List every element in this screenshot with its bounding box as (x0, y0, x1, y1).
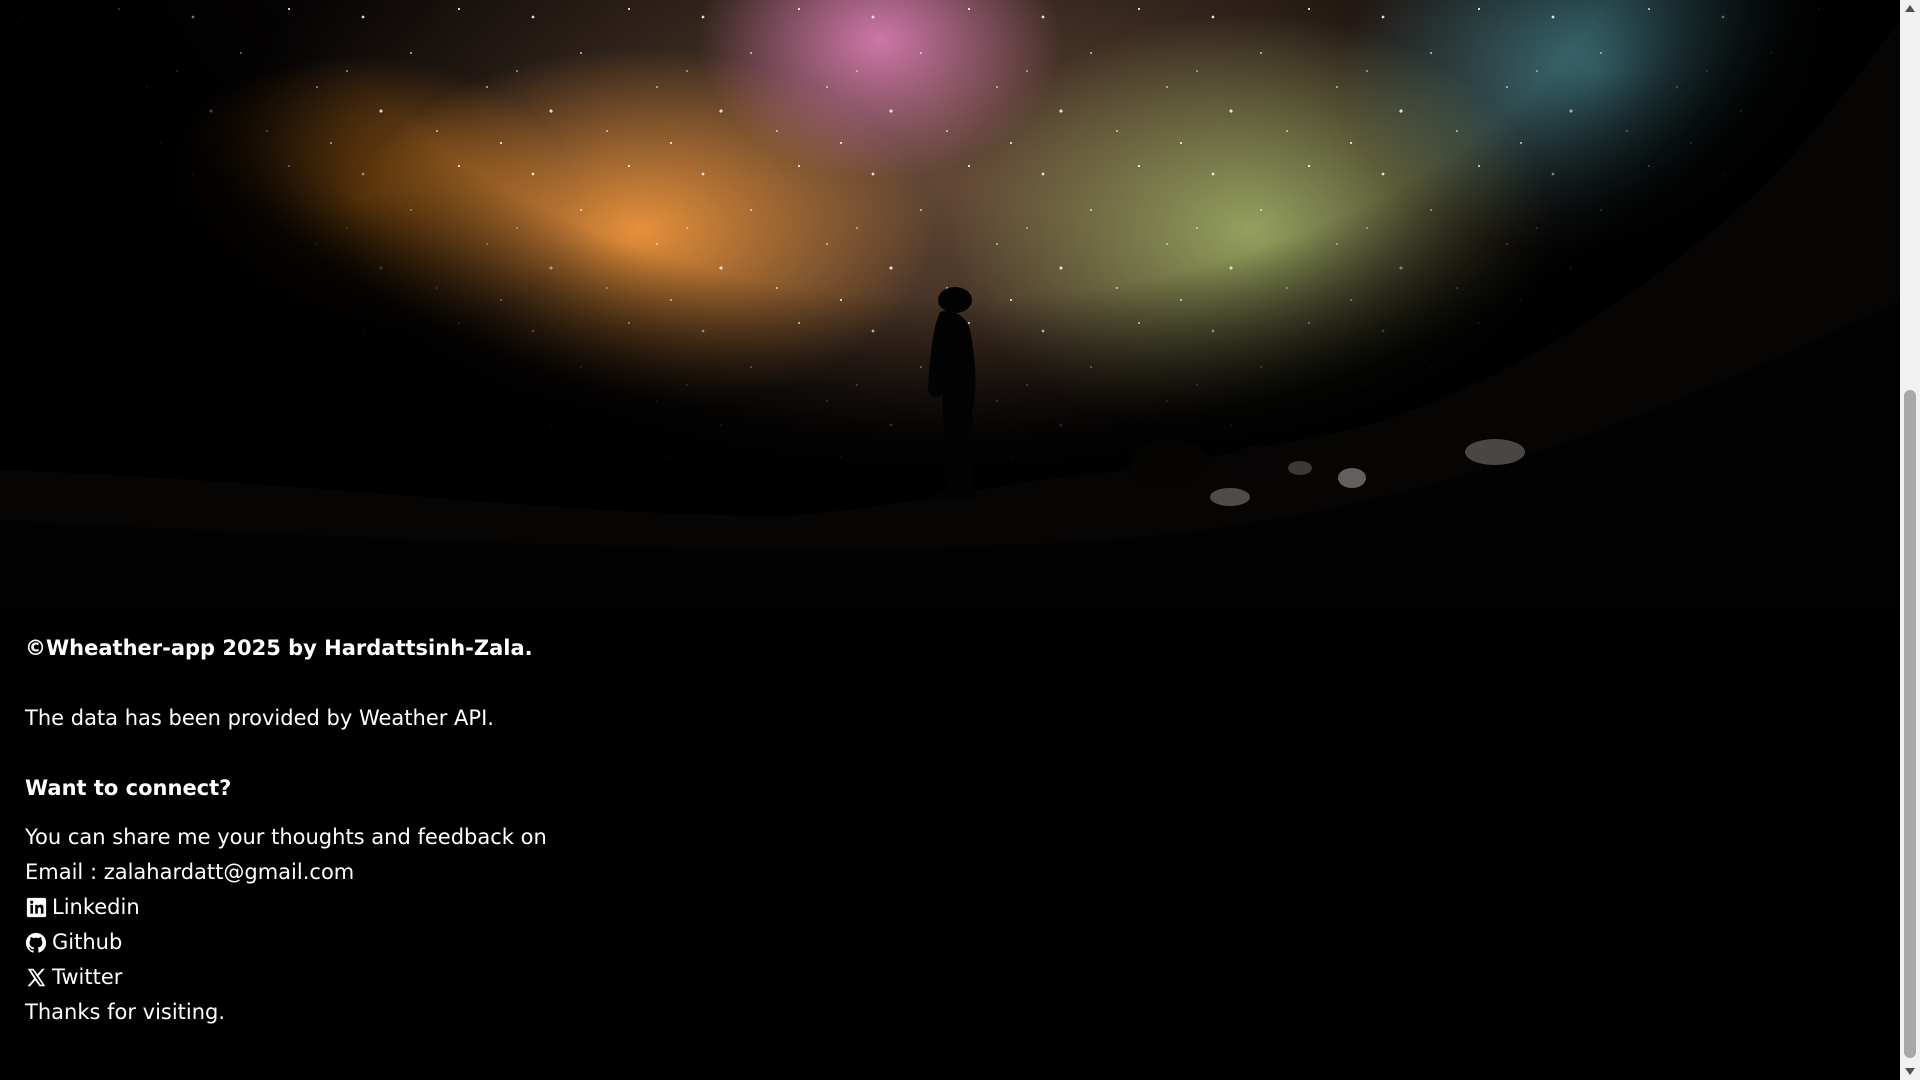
scroll-down-arrow-icon[interactable] (1900, 1063, 1920, 1080)
site-footer: ©Wheather-app 2025 by Hardattsinh-Zala. … (25, 630, 925, 1030)
twitter-link-row: Twitter (25, 960, 925, 995)
linkedin-link-row: Linkedin (25, 890, 925, 925)
scroll-up-arrow-icon[interactable] (1900, 0, 1920, 17)
github-icon[interactable] (25, 932, 47, 954)
email-text: Email : zalahardatt@gmail.com (25, 860, 355, 884)
contact-list: You can share me your thoughts and feedb… (25, 820, 925, 1030)
twitter-link[interactable]: Twitter (52, 960, 122, 995)
thanks-text: Thanks for visiting. (25, 1000, 226, 1024)
github-link[interactable]: Github (52, 925, 122, 960)
scrollbar-thumb[interactable] (1904, 390, 1916, 1058)
silhouette-landscape (0, 20, 1900, 610)
copyright-text: ©Wheather-app 2025 by Hardattsinh-Zala. (25, 636, 533, 660)
vertical-scrollbar[interactable] (1900, 0, 1920, 1080)
connect-heading: Want to connect? (25, 776, 232, 800)
hero-background-image (0, 0, 1900, 610)
linkedin-link[interactable]: Linkedin (52, 890, 140, 925)
x-twitter-icon[interactable] (25, 967, 47, 989)
linkedin-icon[interactable] (25, 897, 47, 919)
github-link-row: Github (25, 925, 925, 960)
data-credit-text: The data has been provided by Weather AP… (25, 706, 494, 730)
page: ©Wheather-app 2025 by Hardattsinh-Zala. … (0, 0, 1920, 1080)
share-text: You can share me your thoughts and feedb… (25, 825, 547, 849)
